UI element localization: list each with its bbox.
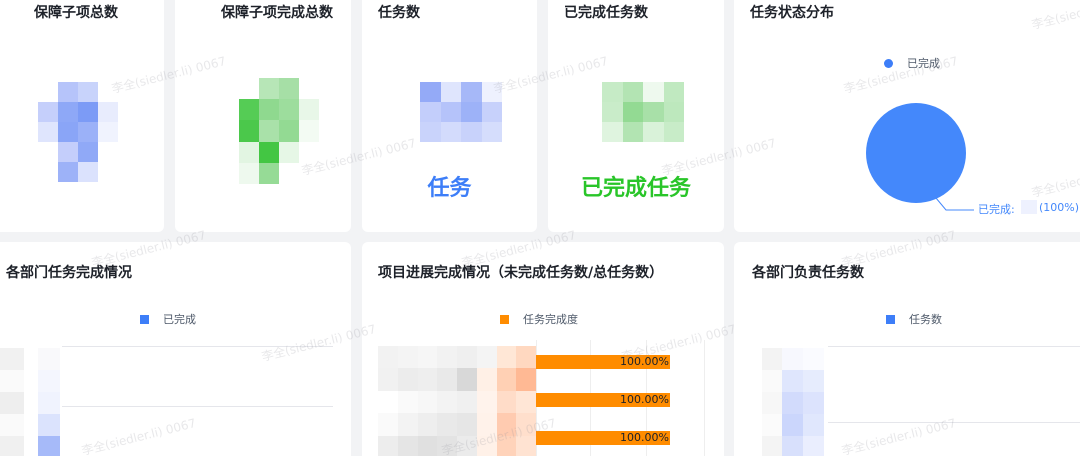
pie-slice-percent: (100%) bbox=[1039, 201, 1080, 214]
card-title: 项目进展完成情况（未完成任务数/总任务数） bbox=[378, 265, 664, 281]
legend-marker bbox=[500, 314, 509, 324]
card-title: 保障子项总数 bbox=[34, 5, 118, 21]
card-title: 各部门负责任务数 bbox=[752, 265, 864, 281]
grid-line bbox=[704, 340, 705, 456]
pie-slice-label: 已完成: bbox=[978, 203, 1015, 216]
blurred-bars bbox=[38, 348, 60, 456]
guarantee-total-card: 保障子项总数 bbox=[0, 0, 164, 232]
pie-label-leader bbox=[935, 197, 974, 211]
blurred-category-labels bbox=[378, 346, 536, 456]
tasks-card: 任务数 任务 bbox=[362, 0, 537, 232]
blurred-value bbox=[38, 82, 118, 182]
progress-bar-label: 100.00% bbox=[620, 393, 669, 406]
project-progress-card: 项目进展完成情况（未完成任务数/总任务数） 任务完成度 100.00% 100.0… bbox=[362, 242, 724, 456]
tasks-value-label: 任务 bbox=[427, 176, 472, 201]
grid-line bbox=[62, 406, 333, 407]
dept-tasks-card: 各部门负责任务数 任务数 bbox=[734, 242, 1080, 456]
blurred-value bbox=[239, 78, 319, 184]
progress-bar-label: 100.00% bbox=[620, 431, 669, 444]
status-distribution-card: 任务状态分布 已完成 已完成: (100%) bbox=[734, 0, 1080, 232]
card-title: 保障子项完成总数 bbox=[221, 5, 333, 21]
blurred-axis-labels bbox=[762, 348, 782, 456]
card-title: 已完成任务数 bbox=[564, 5, 648, 21]
legend-label: 任务完成度 bbox=[523, 313, 578, 326]
grid-line bbox=[828, 346, 1080, 347]
guarantee-done-card: 保障子项完成总数 bbox=[175, 0, 351, 232]
dept-completion-card: 各部门任务完成情况 已完成 bbox=[0, 242, 351, 456]
grid-line bbox=[62, 346, 333, 347]
legend-label: 任务数 bbox=[909, 313, 942, 326]
card-title: 各部门任务完成情况 bbox=[6, 265, 132, 281]
pie-slice-completed bbox=[866, 103, 966, 203]
blurred-value bbox=[602, 82, 684, 142]
progress-bar-label: 100.00% bbox=[620, 355, 669, 368]
blurred-bars bbox=[782, 348, 824, 456]
card-title: 任务数 bbox=[378, 5, 420, 21]
blurred-value bbox=[420, 82, 502, 142]
legend-label: 已完成 bbox=[163, 313, 196, 326]
grid-line bbox=[828, 422, 1080, 423]
legend-completed[interactable]: 已完成 bbox=[140, 311, 196, 327]
tasks-done-card: 已完成任务数 已完成任务 bbox=[548, 0, 724, 232]
tasks-done-value-label: 已完成任务 bbox=[580, 176, 691, 201]
blurred-count bbox=[1021, 200, 1037, 214]
legend-marker bbox=[886, 314, 895, 324]
blurred-axis-labels bbox=[0, 348, 24, 456]
legend-task-count[interactable]: 任务数 bbox=[886, 311, 942, 327]
status-pie-chart bbox=[866, 103, 974, 211]
legend-marker bbox=[140, 314, 149, 324]
legend-completion[interactable]: 任务完成度 bbox=[500, 311, 578, 327]
